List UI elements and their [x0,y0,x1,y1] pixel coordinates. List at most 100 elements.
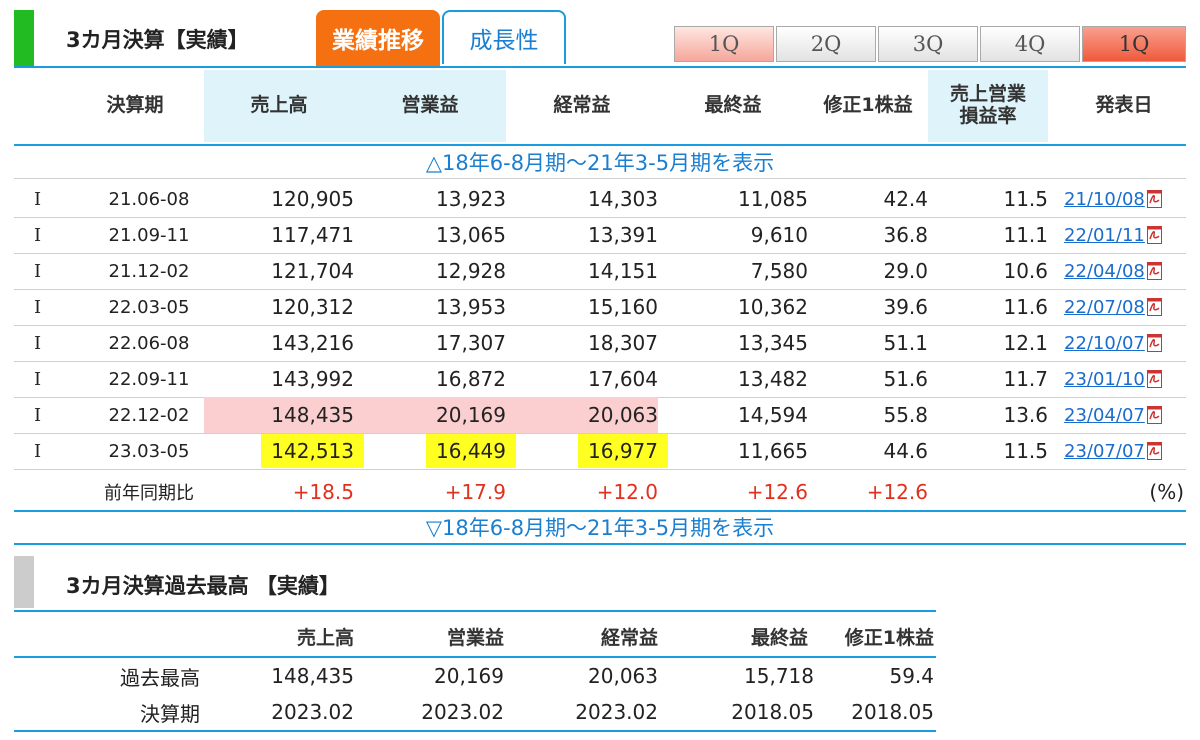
pdf-icon[interactable] [1146,262,1162,280]
row-period: 23.03-05 [108,440,190,462]
announce-date-link[interactable]: 22/07/08 [1064,297,1145,318]
cell-margin: 12.1 [1003,331,1048,355]
cell-announce-date: 23/07/07 [1064,433,1184,469]
cell-sales: 143,216 [271,331,354,355]
announce-date-link[interactable]: 23/01/10 [1064,369,1145,390]
table-row: I 22.12-02 148,435 20,169 20,063 14,594 55.8 13… [14,397,1186,434]
cell-operating-profit: 20,169 [354,397,506,433]
announce-date-link[interactable]: 22/10/07 [1064,333,1145,354]
yoy-eps: +12.6 [866,480,928,504]
announce-date-link[interactable]: 22/04/08 [1064,261,1145,282]
cell-announce-date: 22/07/08 [1064,289,1184,325]
section-title: 3カ月決算【実績】 [66,28,249,52]
cell-announce-date: 22/01/11 [1064,217,1184,253]
cell-eps: 36.8 [883,223,928,247]
cell-announce-date: 21/10/08 [1064,181,1184,217]
cell-eps: 39.6 [883,295,928,319]
header-accent-bar [14,10,34,66]
cell-margin: 10.6 [1003,259,1048,283]
pdf-icon[interactable] [1146,298,1162,316]
record-period-sales: 2023.02 [271,700,354,724]
cell-margin: 11.7 [1003,367,1048,391]
record-value-net-profit: 15,718 [744,664,814,688]
col-header-eps: 修正1株益 [823,94,913,117]
row-period: 21.09-11 [108,224,190,246]
record-row-period: 決算期 2023.02 2023.02 2023.02 2018.05 2018… [14,694,936,730]
cell-ordinary-profit: 15,160 [588,295,658,319]
cell-operating-profit: 13,953 [436,295,506,319]
quarter-button-1q[interactable]: 1Q [674,26,774,62]
announce-date-link[interactable]: 23/07/07 [1064,441,1145,462]
quarter-button-2q[interactable]: 2Q [776,26,876,62]
cell-ordinary-profit: 17,604 [588,367,658,391]
yoy-label: 前年同期比 [104,483,194,504]
tab-performance-trend[interactable]: 業績推移 [316,10,440,66]
cell-eps: 51.1 [883,331,928,355]
record-period-operating-profit: 2023.02 [421,700,504,724]
table-row: I 22.03-05 120,312 13,953 15,160 10,362 39.6 11… [14,289,1186,326]
cell-ordinary-profit: 16,977 [506,433,668,469]
table-row: I 23.03-05 142,513 16,449 16,977 11,665 44.6 11… [14,433,1186,470]
col-header-operating-profit: 営業益 [354,70,506,142]
table-row: I 22.06-08 143,216 17,307 18,307 13,345 51.1 12… [14,325,1186,362]
cell-ordinary-profit: 14,151 [588,259,658,283]
cell-operating-profit: 17,307 [436,331,506,355]
cell-margin: 13.6 [1003,403,1048,427]
cell-net-profit: 13,482 [738,367,808,391]
announce-date-link[interactable]: 23/04/07 [1064,405,1145,426]
cell-net-profit: 11,665 [738,439,808,463]
yoy-ordinary-profit: +12.0 [596,480,658,504]
pdf-icon[interactable] [1146,190,1162,208]
record-value-eps: 59.4 [889,664,934,688]
yoy-unit: (%) [1149,480,1184,504]
cell-net-profit: 9,610 [750,223,808,247]
row-period: 21.06-08 [108,188,190,210]
pdf-icon[interactable] [1146,370,1162,388]
row-marker: I [34,404,42,426]
row-marker: I [34,296,42,318]
record-value-ordinary-profit: 20,063 [588,664,658,688]
quarter-button-1q-active[interactable]: 1Q [1082,26,1186,62]
pdf-icon[interactable] [1146,226,1162,244]
pdf-icon[interactable] [1146,442,1162,460]
tab-growth[interactable]: 成長性 [442,10,566,64]
divider [14,730,936,732]
yoy-operating-profit: +17.9 [444,480,506,504]
yoy-row: 前年同期比 +18.5 +17.9 +12.0 +12.6 +12.6 (%) [14,474,1186,510]
cell-net-profit: 11,085 [738,187,808,211]
quarter-button-4q[interactable]: 4Q [980,26,1080,62]
cell-sales: 121,704 [271,259,354,283]
cell-ordinary-profit: 20,063 [506,397,658,433]
announce-date-link[interactable]: 22/01/11 [1064,225,1145,246]
record-value-sales: 148,435 [271,664,354,688]
row-marker: I [34,260,42,282]
col-header-margin: 売上営業 損益率 [928,70,1048,142]
table-row: I 21.12-02 121,704 12,928 14,151 7,580 29.0 10.… [14,253,1186,290]
show-older-periods-link-bottom[interactable]: ▽18年6-8月期～21年3-5月期を表示 [14,512,1186,542]
cell-sales-highlight: 142,513 [261,434,364,468]
quarter-button-3q[interactable]: 3Q [878,26,978,62]
cell-eps: 55.8 [883,403,928,427]
row-period: 22.12-02 [108,404,190,426]
row-period: 22.03-05 [108,296,190,318]
announce-date-link[interactable]: 21/10/08 [1064,189,1145,210]
record-row-label: 過去最高 [120,665,200,690]
pdf-icon[interactable] [1146,406,1162,424]
show-older-periods-link[interactable]: △18年6-8月期～21年3-5月期を表示 [14,147,1186,177]
record-value-operating-profit: 20,169 [434,664,504,688]
cell-net-profit: 14,594 [738,403,808,427]
cell-margin: 11.1 [1003,223,1048,247]
pdf-icon[interactable] [1146,334,1162,352]
cell-net-profit: 10,362 [738,295,808,319]
divider [14,543,1186,545]
cell-operating-profit: 16,872 [436,367,506,391]
section-title-record: 3カ月決算過去最高 【実績】 [66,574,340,598]
row-marker: I [34,188,42,210]
col-header-margin-line1: 売上営業 [949,83,1026,106]
cell-ordinary-profit-highlight: 16,977 [578,434,668,468]
cell-ordinary-profit: 14,303 [588,187,658,211]
divider [14,144,1186,146]
cell-margin: 11.5 [1003,439,1048,463]
record-row-high: 過去最高 148,435 20,169 20,063 15,718 59.4 [14,658,936,694]
cell-sales: 148,435 [204,397,354,433]
